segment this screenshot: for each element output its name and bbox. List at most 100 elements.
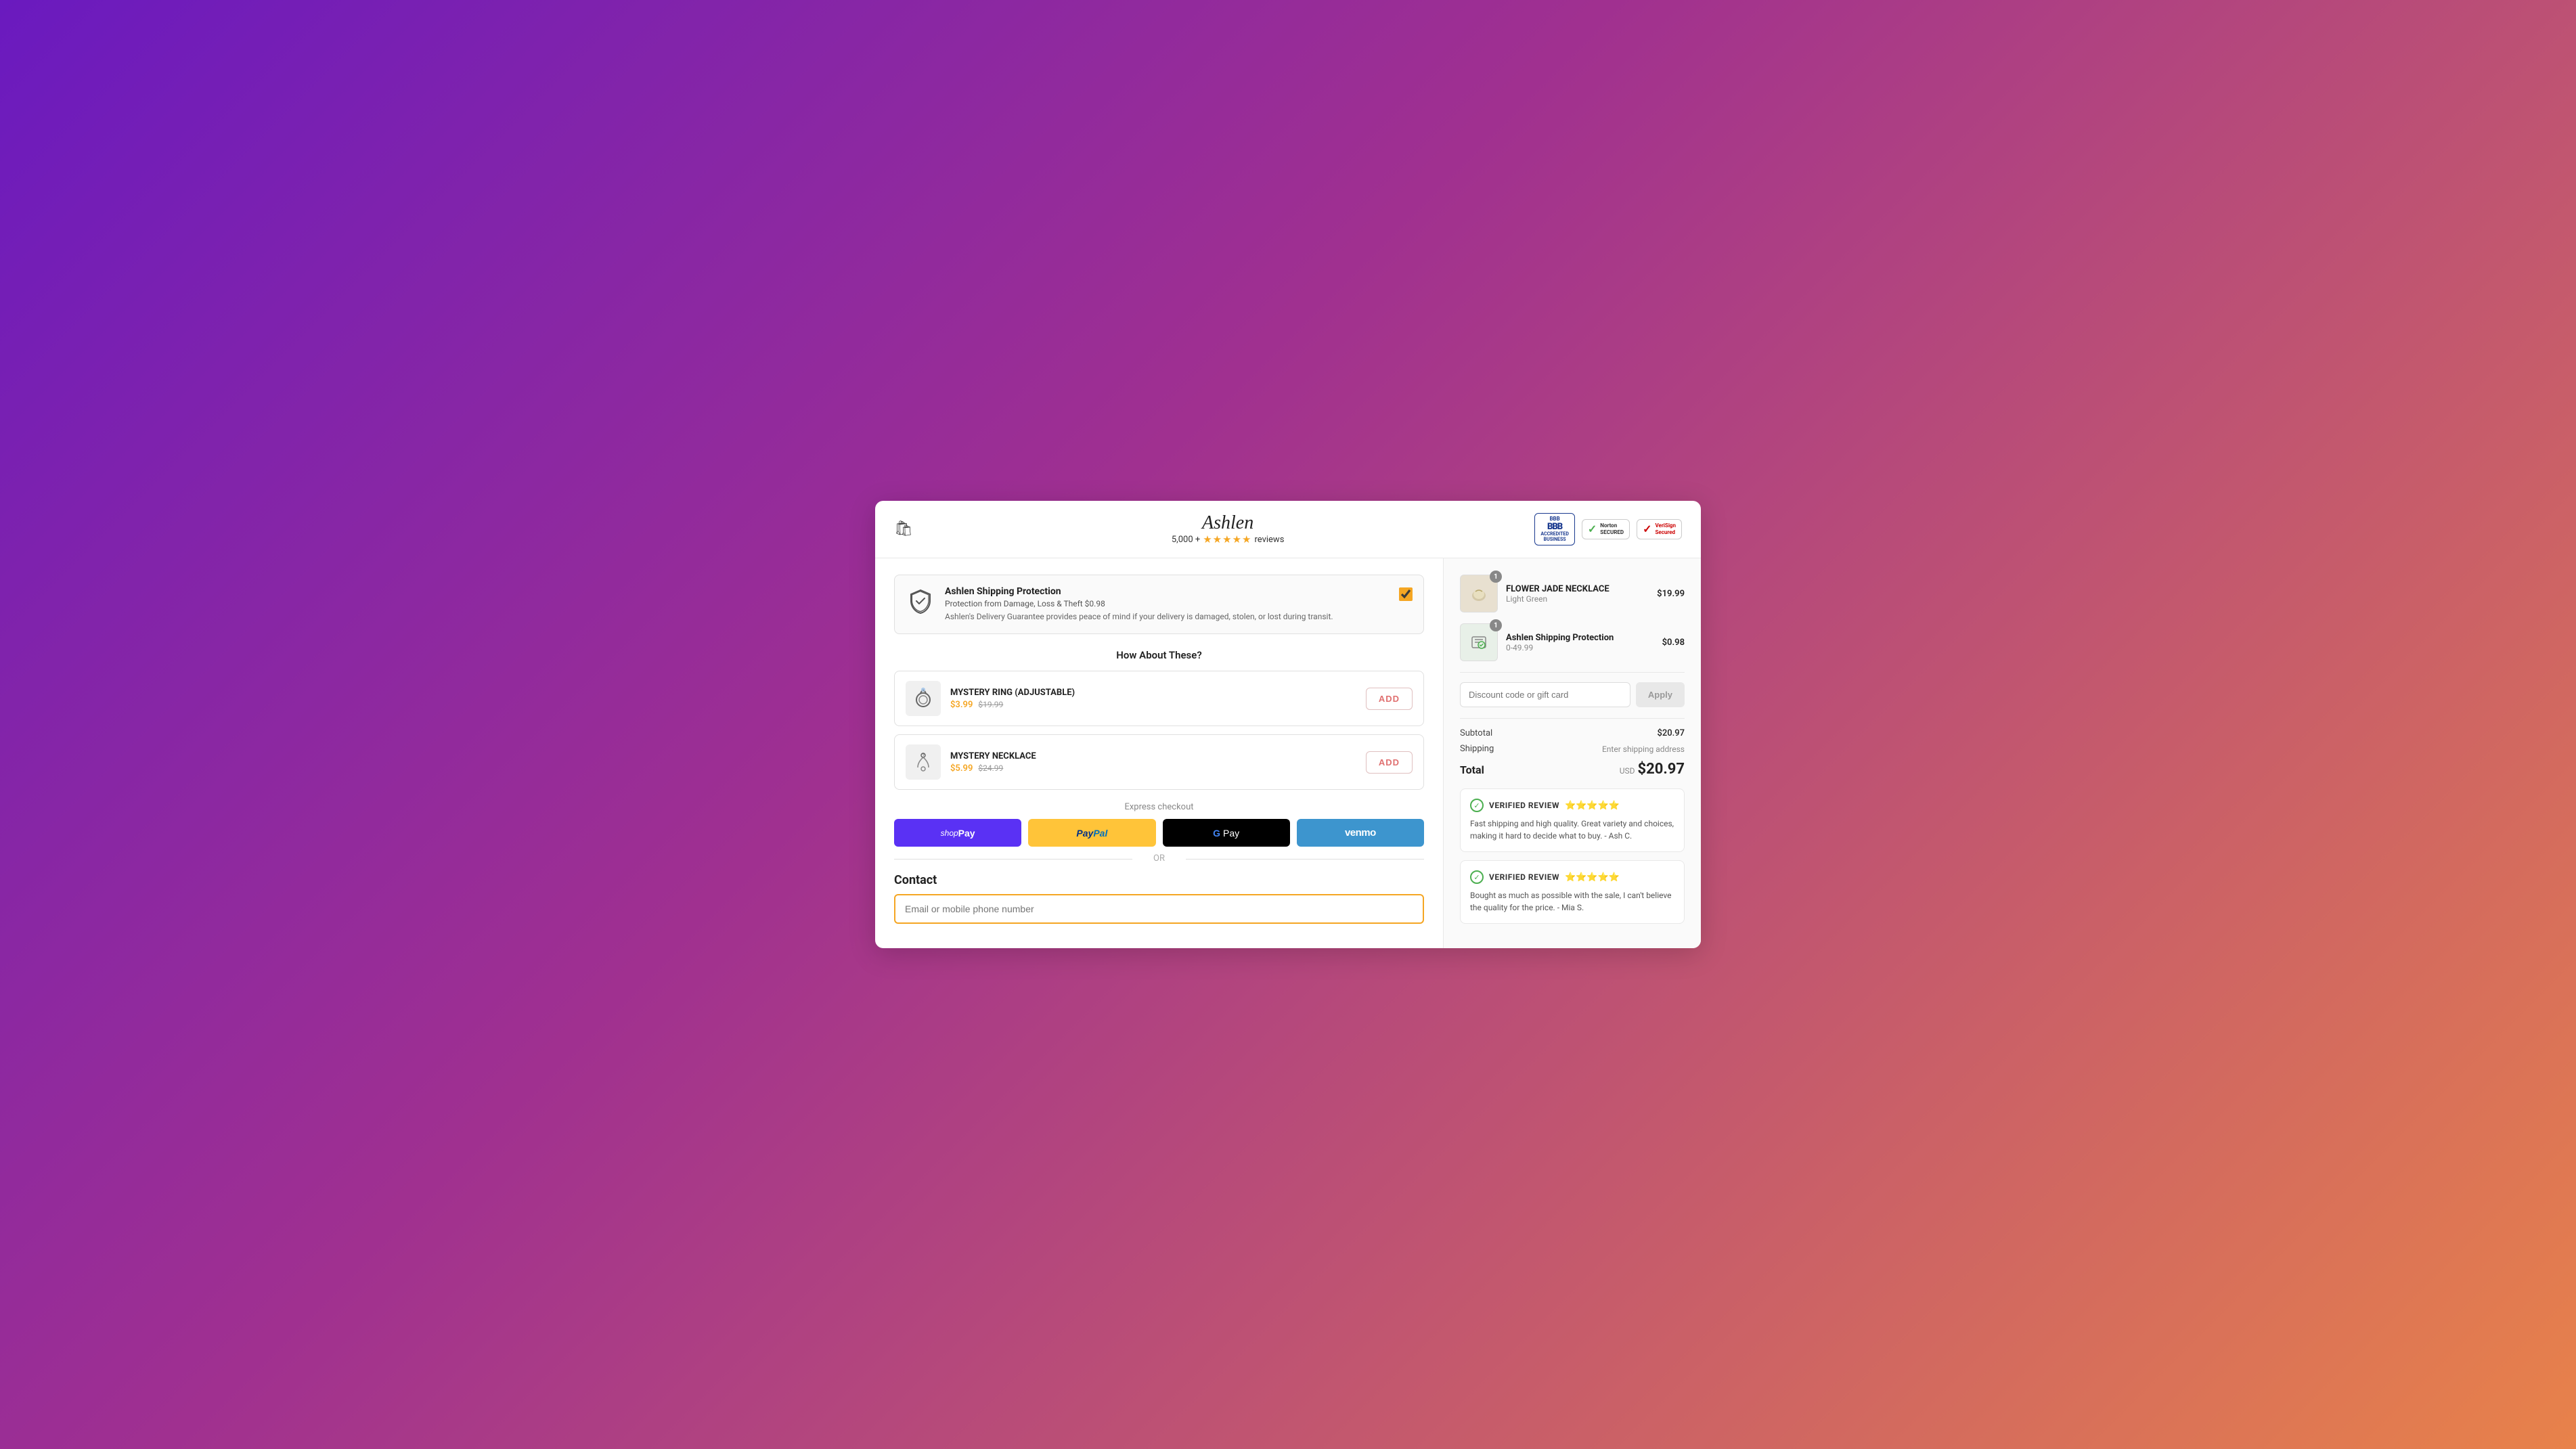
apply-button[interactable]: Apply xyxy=(1636,682,1685,707)
venmo-label: venmo xyxy=(1345,827,1376,839)
necklace-qty-badge: 1 xyxy=(1490,571,1502,583)
subtotal-label: Subtotal xyxy=(1460,728,1492,738)
gpay-button[interactable]: GPay xyxy=(1163,819,1290,847)
contact-section: Contact xyxy=(894,873,1424,924)
necklace-variant: Light Green xyxy=(1506,594,1649,604)
divider-1 xyxy=(1460,672,1685,673)
upsell-necklace-name: MYSTERY NECKLACE xyxy=(950,751,1356,761)
necklace-name: FLOWER JADE NECKLACE xyxy=(1506,584,1649,594)
shoppay-button[interactable]: shopPay xyxy=(894,819,1021,847)
divider-2 xyxy=(1460,718,1685,719)
shoppay-pay: Pay xyxy=(958,828,975,839)
review-title-2: VERIFIED REVIEW xyxy=(1489,872,1559,882)
upsell-ring-prices: $3.99 $19.99 xyxy=(950,700,1356,710)
reviews-line: 5,000 + ★★★★★ reviews xyxy=(1172,533,1285,545)
review-text-2: Bought as much as possible with the sale… xyxy=(1470,889,1674,914)
express-buttons: shopPay PayPal GPay venmo xyxy=(894,819,1424,847)
header-left: 🛍 xyxy=(894,520,921,537)
verisign-check-icon: ✓ xyxy=(1643,522,1651,535)
add-necklace-button[interactable]: ADD xyxy=(1366,751,1413,774)
upsell-ring-sale: $3.99 xyxy=(950,700,973,710)
subtotal-value: $20.97 xyxy=(1657,728,1685,738)
review-text-1: Fast shipping and high quality. Great va… xyxy=(1470,818,1674,842)
protection-description: Ashlen's Delivery Guarantee provides pea… xyxy=(945,611,1390,623)
review-title-1: VERIFIED REVIEW xyxy=(1489,801,1559,810)
review-header-2: ✓ VERIFIED REVIEW ⭐⭐⭐⭐⭐ xyxy=(1470,870,1674,884)
total-currency: USD xyxy=(1620,766,1635,776)
header-center: Ashlen 5,000 + ★★★★★ reviews xyxy=(921,513,1534,546)
contact-title: Contact xyxy=(894,873,1424,887)
total-row: Total USD $20.97 xyxy=(1460,761,1685,778)
shipping-label: Shipping xyxy=(1460,744,1494,754)
upsell-necklace-prices: $5.99 $24.99 xyxy=(950,763,1356,774)
protection-qty-badge: 1 xyxy=(1490,619,1502,631)
header: 🛍 Ashlen 5,000 + ★★★★★ reviews BBB BBB A… xyxy=(875,501,1701,559)
express-checkout-section: Express checkout shopPay PayPal GPay ven… xyxy=(894,802,1424,864)
order-item-necklace: 1 FLOWER JADE NECKLACE Light Green $19.9… xyxy=(1460,575,1685,612)
subtotal-row: Subtotal $20.97 xyxy=(1460,728,1685,738)
upsell-necklace-image: ? xyxy=(906,744,941,780)
protection-item-variant: 0-49.99 xyxy=(1506,643,1654,652)
shoppay-shop: shop xyxy=(941,828,958,838)
venmo-button[interactable]: venmo xyxy=(1297,819,1424,847)
verified-check-1: ✓ xyxy=(1470,799,1484,812)
order-item-protection: 1 Ashlen Shipping Protection 0-49.99 $0.… xyxy=(1460,623,1685,661)
reviews-suffix: reviews xyxy=(1254,535,1284,545)
paypal-button[interactable]: PayPal xyxy=(1028,819,1155,847)
norton-brand: Norton xyxy=(1600,522,1624,529)
right-panel: 1 FLOWER JADE NECKLACE Light Green $19.9… xyxy=(1444,558,1701,948)
upsell-card-ring: ? MYSTERY RING (ADJUSTABLE) $3.99 $19.99… xyxy=(894,671,1424,726)
email-field[interactable] xyxy=(894,894,1424,924)
or-divider: OR xyxy=(894,853,1424,864)
protection-title: Ashlen Shipping Protection xyxy=(945,586,1390,597)
review-header-1: ✓ VERIFIED REVIEW ⭐⭐⭐⭐⭐ xyxy=(1470,799,1674,812)
main-layout: Ashlen Shipping Protection Protection fr… xyxy=(875,558,1701,948)
upsell-card-necklace: ? MYSTERY NECKLACE $5.99 $24.99 ADD xyxy=(894,734,1424,790)
review-card-1: ✓ VERIFIED REVIEW ⭐⭐⭐⭐⭐ Fast shipping an… xyxy=(1460,788,1685,852)
discount-input[interactable] xyxy=(1460,682,1630,707)
shipping-row: Shipping Enter shipping address xyxy=(1460,744,1685,754)
add-ring-button[interactable]: ADD xyxy=(1366,688,1413,710)
necklace-details: FLOWER JADE NECKLACE Light Green xyxy=(1506,584,1649,604)
norton-check-icon: ✓ xyxy=(1588,522,1597,535)
header-stars: ★★★★★ xyxy=(1203,533,1251,545)
bbb-main: BBB xyxy=(1547,522,1562,532)
norton-badge: ✓ Norton SECURED xyxy=(1582,519,1630,539)
paypal-label: Pay xyxy=(1076,828,1093,839)
total-amount: $20.97 xyxy=(1638,761,1685,778)
discount-row: Apply xyxy=(1460,682,1685,707)
shipping-protection-card: Ashlen Shipping Protection Protection fr… xyxy=(894,575,1424,634)
header-badges: BBB BBB ACCREDITED BUSINESS ✓ Norton SEC… xyxy=(1534,513,1682,545)
left-panel: Ashlen Shipping Protection Protection fr… xyxy=(875,558,1444,948)
necklace-img-wrap: 1 xyxy=(1460,575,1498,612)
review-stars-2: ⭐⭐⭐⭐⭐ xyxy=(1565,872,1620,883)
verisign-secured: Secured xyxy=(1655,529,1676,536)
upsell-necklace-orig: $24.99 xyxy=(978,763,1003,773)
shield-icon xyxy=(906,586,935,616)
upsell-ring-info: MYSTERY RING (ADJUSTABLE) $3.99 $19.99 xyxy=(950,688,1356,710)
total-label: Total xyxy=(1460,763,1484,776)
verisign-brand: VeriSign xyxy=(1655,522,1676,529)
protection-item-price: $0.98 xyxy=(1662,638,1685,648)
verisign-badge: ✓ VeriSign Secured xyxy=(1637,519,1682,539)
review-stars-1: ⭐⭐⭐⭐⭐ xyxy=(1565,801,1620,811)
protection-checkbox[interactable] xyxy=(1399,587,1413,601)
verified-check-2: ✓ xyxy=(1470,870,1484,884)
protection-img-wrap: 1 xyxy=(1460,623,1498,661)
protection-details: Ashlen Shipping Protection 0-49.99 xyxy=(1506,633,1654,652)
protection-subtitle: Protection from Damage, Loss & Theft $0.… xyxy=(945,599,1390,608)
gpay-g: G xyxy=(1213,828,1220,839)
gpay-pay: Pay xyxy=(1223,828,1239,839)
total-value-wrap: USD $20.97 xyxy=(1620,761,1685,778)
cart-icon: 🛍 xyxy=(894,520,913,537)
paypal-pal: Pal xyxy=(1093,828,1107,839)
upsell-necklace-info: MYSTERY NECKLACE $5.99 $24.99 xyxy=(950,751,1356,774)
necklace-price: $19.99 xyxy=(1657,589,1685,599)
bbb-badge: BBB BBB ACCREDITED BUSINESS xyxy=(1534,513,1575,545)
upsell-ring-orig: $19.99 xyxy=(978,700,1003,709)
express-label: Express checkout xyxy=(894,802,1424,812)
upsell-title: How About These? xyxy=(894,649,1424,661)
checkout-window: 🛍 Ashlen 5,000 + ★★★★★ reviews BBB BBB A… xyxy=(875,501,1701,949)
review-card-2: ✓ VERIFIED REVIEW ⭐⭐⭐⭐⭐ Bought as much a… xyxy=(1460,860,1685,924)
reviews-prefix: 5,000 + xyxy=(1172,535,1200,545)
